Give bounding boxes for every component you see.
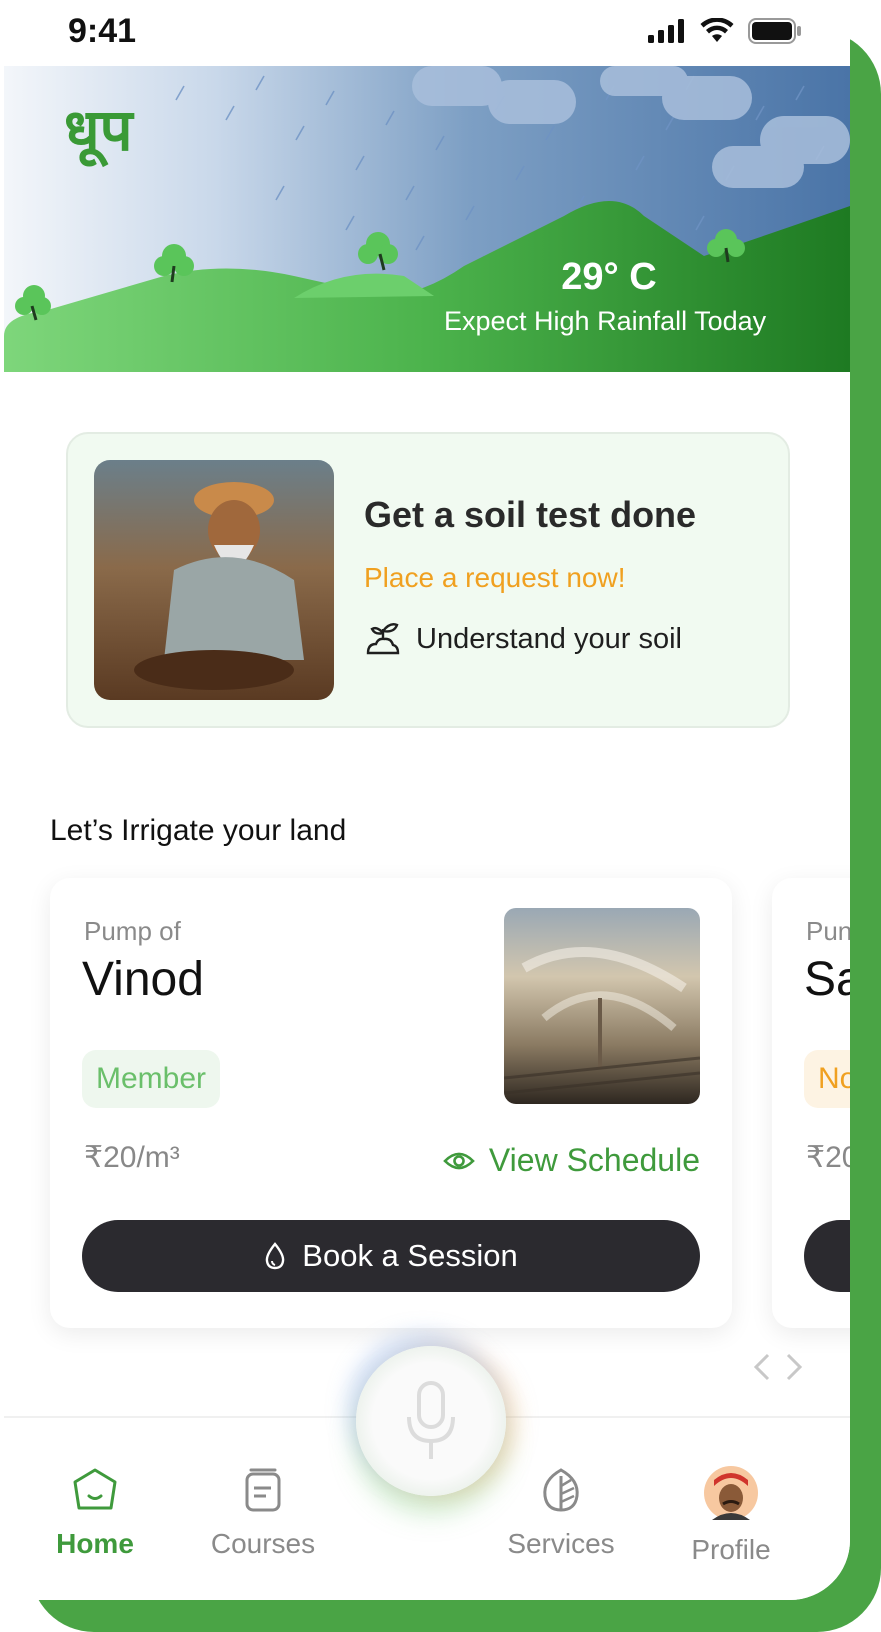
soil-card-cta[interactable]: Place a request now!	[364, 562, 626, 594]
app-screen: 9:41 धूप 29° C Expect High Rainfall Toda…	[0, 0, 850, 1600]
book-session-button[interactable]: Book a Session	[82, 1220, 700, 1292]
weather-banner: धूप 29° C Expect High Rainfall Today	[4, 66, 850, 372]
understand-soil-link[interactable]: Understand your soil	[364, 620, 682, 658]
nav-label: Home	[56, 1528, 134, 1559]
sprinkler-photo	[504, 908, 700, 1104]
battery-icon	[748, 18, 801, 44]
sprout-icon	[366, 623, 400, 655]
chevron-left-icon[interactable]	[752, 1352, 772, 1382]
nav-item-services[interactable]: Services	[476, 1466, 646, 1560]
carousel-arrows	[752, 1352, 804, 1382]
status-bar: 9:41	[0, 0, 850, 66]
wifi-icon	[700, 18, 734, 42]
pump-of-label: Pun	[806, 916, 850, 946]
pump-owner-name: Sa	[804, 953, 850, 1006]
profile-avatar	[704, 1466, 758, 1520]
weather-temperature: 29° C	[561, 256, 657, 298]
understand-soil-label: Understand your soil	[416, 622, 682, 655]
nav-item-profile[interactable]: Profile	[646, 1466, 816, 1566]
services-icon	[543, 1468, 579, 1512]
membership-badge: No	[804, 1050, 850, 1108]
courses-icon	[245, 1468, 281, 1512]
soil-card-title: Get a soil test done	[364, 494, 697, 535]
farmer-photo	[94, 460, 334, 700]
microphone-icon	[407, 1381, 455, 1459]
status-time: 9:41	[68, 12, 137, 50]
home-icon	[73, 1468, 117, 1510]
book-session-button[interactable]	[804, 1220, 850, 1292]
nav-label: Services	[507, 1528, 615, 1559]
eye-icon	[443, 1152, 475, 1169]
nav-item-courses[interactable]: Courses	[178, 1466, 348, 1560]
voice-assistant-button[interactable]	[356, 1346, 506, 1496]
pump-price: ₹20	[806, 1141, 850, 1174]
water-drop-icon	[265, 1242, 285, 1270]
nav-label: Profile	[691, 1534, 771, 1565]
status-icons	[648, 18, 802, 44]
soil-test-card[interactable]: Get a soil test done Place a request now…	[66, 432, 790, 728]
signal-icon	[648, 19, 684, 43]
nav-item-home[interactable]: Home	[10, 1466, 180, 1560]
nav-label: Courses	[210, 1528, 316, 1559]
pump-of-label: Pump of	[84, 916, 181, 946]
app-logo: धूप	[64, 96, 133, 164]
pump-owner-name: Vinod	[82, 953, 204, 1006]
membership-badge: Member	[82, 1050, 221, 1108]
section-title-irrigate: Let’s Irrigate your land	[50, 814, 347, 847]
view-schedule-label: View Schedule	[488, 1142, 700, 1178]
weather-forecast: Expect High Rainfall Today	[444, 306, 767, 336]
view-schedule-link[interactable]: View Schedule	[443, 1142, 700, 1179]
pump-card[interactable]: Pump of Vinod Member ₹20/m³ View Schedul…	[50, 878, 732, 1328]
book-session-label: Book a Session	[302, 1238, 518, 1273]
pump-price: ₹20/m³	[84, 1141, 180, 1174]
pump-card-next[interactable]: Pun Sa No ₹20	[772, 878, 850, 1328]
chevron-right-icon[interactable]	[784, 1352, 804, 1382]
